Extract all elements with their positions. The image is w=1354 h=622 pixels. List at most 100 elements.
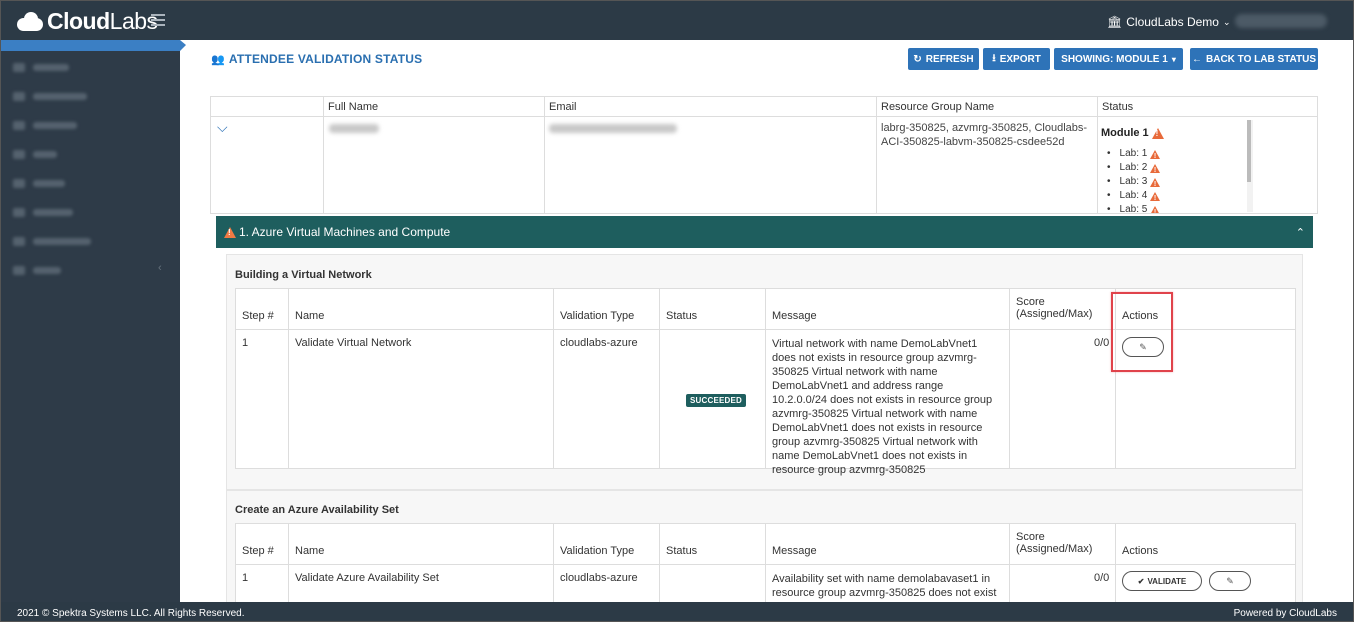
sidebar-item-redacted[interactable] <box>13 120 77 130</box>
section-title: 1. Azure Virtual Machines and Compute <box>239 225 451 239</box>
col-score-line2: (Assigned/Max) <box>1016 308 1093 320</box>
lab-status-item: Lab: 2 <box>1117 161 1161 178</box>
expand-row-chevron-icon[interactable]: ⌵ <box>217 119 228 136</box>
row-message: Virtual network with name DemoLabVnet1 d… <box>772 338 993 476</box>
warning-icon <box>1150 191 1161 206</box>
module-label: Module 1 <box>1101 127 1149 139</box>
module-section-header[interactable]: 1. Azure Virtual Machines and Compute ⌃ <box>216 216 1313 248</box>
sidebar-item-redacted[interactable] <box>13 207 73 217</box>
header-status[interactable]: Status <box>1097 97 1317 117</box>
org-dropdown[interactable]: 🏛 CloudLabs Demo ⌄ <box>1107 15 1231 29</box>
sidebar-item-redacted[interactable] <box>13 236 91 246</box>
col-name: Name <box>295 545 325 557</box>
header-full-name[interactable]: Full Name <box>323 97 544 117</box>
validate-label: VALIDATE <box>1147 576 1187 586</box>
row-validation-type: cloudlabs-azure <box>560 572 638 584</box>
col-score-line2: (Assigned/Max) <box>1016 543 1093 555</box>
warning-icon <box>1150 163 1161 178</box>
row-validation-type: cloudlabs-azure <box>560 337 638 349</box>
lab-status-item: Lab: 4 <box>1117 189 1161 206</box>
export-label: EXPORT <box>999 53 1041 65</box>
full-name-redacted <box>329 124 379 133</box>
back-label: BACK TO LAB STATUS <box>1206 53 1316 65</box>
logo-text-bold: Cloud <box>47 7 110 34</box>
warning-icon <box>1150 149 1161 164</box>
edit-score-button[interactable]: ✎ <box>1209 571 1251 591</box>
sidebar-collapse-icon[interactable]: ‹ <box>158 262 162 274</box>
row-message: Availability set with name demolabavaset… <box>772 573 997 599</box>
chevron-up-icon[interactable]: ⌃ <box>1296 226 1305 239</box>
col-message: Message <box>772 310 817 322</box>
email-redacted <box>549 124 677 133</box>
col-status: Status <box>666 545 698 557</box>
page-title-text: ATTENDEE VALIDATION STATUS <box>228 52 423 66</box>
warning-icon <box>1151 127 1164 139</box>
attendee-table: Full Name Email Resource Group Name Stat… <box>210 96 1318 214</box>
header-resource-group[interactable]: Resource Group Name <box>876 97 1097 117</box>
download-icon: ⭳ <box>992 52 996 64</box>
header-email[interactable]: Email <box>544 97 876 117</box>
resource-group-names: labrg-350825, azvmrg-350825, Cloudlabs-A… <box>881 122 1088 148</box>
col-message: Message <box>772 545 817 557</box>
edit-icon: ✎ <box>1226 575 1234 586</box>
validate-button[interactable]: ✔ VALIDATE <box>1122 571 1202 591</box>
footer: 2021 © Spektra Systems LLC. All Rights R… <box>1 602 1353 621</box>
sidebar-item-redacted[interactable] <box>13 62 69 72</box>
org-label: CloudLabs Demo <box>1126 15 1219 29</box>
export-button[interactable]: ⭳ EXPORT <box>983 48 1050 70</box>
col-actions: Actions <box>1122 545 1159 557</box>
group-title: Create an Azure Availability Set <box>235 504 399 516</box>
col-validation-type: Validation Type <box>560 310 635 322</box>
validation-group: Building a Virtual Network Step # Name V… <box>226 254 1303 490</box>
back-to-lab-status-button[interactable]: ← BACK TO LAB STATUS <box>1190 48 1318 70</box>
col-validation-type: Validation Type <box>560 545 635 557</box>
col-status: Status <box>666 310 698 322</box>
table-header-toggle <box>211 97 323 117</box>
arrow-left-icon: ← <box>1192 53 1202 65</box>
chevron-down-icon: ⌄ <box>1222 16 1231 27</box>
lab-label: Lab: 1 <box>1119 148 1148 159</box>
refresh-label: REFRESH <box>925 53 974 65</box>
check-icon: ✔ <box>1137 576 1145 586</box>
sidebar-item-redacted[interactable] <box>13 265 61 275</box>
status-badge: SUCCEEDED <box>686 394 747 407</box>
row-step: 1 <box>242 572 249 584</box>
col-step: Step # <box>242 545 274 557</box>
row-score: 0/0 <box>1094 572 1110 584</box>
showing-label: SHOWING: MODULE 1 <box>1061 53 1168 65</box>
lab-label: Lab: 4 <box>1119 190 1148 201</box>
sidebar-active-item[interactable] <box>1 40 186 51</box>
sidebar-item-redacted[interactable] <box>13 178 65 188</box>
cloud-logo-icon <box>15 10 45 32</box>
lab-label: Lab: 2 <box>1119 162 1148 173</box>
showing-module-dropdown[interactable]: SHOWING: MODULE 1 ▾ <box>1054 48 1183 70</box>
row-score: 0/0 <box>1094 337 1110 349</box>
validation-group: Create an Azure Availability Set Step # … <box>226 490 1303 604</box>
copyright-text: 2021 © Spektra Systems LLC. All Rights R… <box>17 608 245 619</box>
module-status: Module 1 <box>1101 127 1164 139</box>
hamburger-menu-icon[interactable] <box>151 14 165 26</box>
refresh-button[interactable]: ↻ REFRESH <box>908 48 979 70</box>
col-score: Score (Assigned/Max) <box>1016 296 1092 320</box>
cloudlabs-logo[interactable]: CloudLabs <box>15 7 158 35</box>
warning-icon <box>1150 205 1161 213</box>
status-scrollbar-thumb[interactable] <box>1247 120 1251 182</box>
lab-status-list: Lab: 1 Lab: 2 Lab: 3 Lab: 4 Lab: 5 <box>1117 147 1161 213</box>
lab-label: Lab: 5 <box>1119 204 1148 213</box>
refresh-icon: ↻ <box>913 53 922 65</box>
attendee-status-cell: Module 1 Lab: 1 Lab: 2 Lab: 3 Lab: 4 Lab… <box>1097 117 1319 213</box>
col-name: Name <box>295 310 325 322</box>
top-bar: CloudLabs 🏛 CloudLabs Demo ⌄ <box>1 1 1353 40</box>
page-title: 👥 ATTENDEE VALIDATION STATUS <box>211 52 422 66</box>
row-name: Validate Azure Availability Set <box>295 572 439 584</box>
caret-down-icon: ▾ <box>1171 54 1176 64</box>
row-step: 1 <box>242 337 249 349</box>
sidebar-item-redacted[interactable] <box>13 91 87 101</box>
user-menu-redacted[interactable] <box>1235 14 1327 28</box>
col-score: Score (Assigned/Max) <box>1016 531 1092 555</box>
users-icon: 👥 <box>211 53 225 66</box>
sidebar: ‹ <box>1 40 186 602</box>
col-score-line1: Score <box>1016 296 1045 308</box>
institution-icon: 🏛 <box>1107 15 1123 29</box>
sidebar-item-redacted[interactable] <box>13 149 57 159</box>
